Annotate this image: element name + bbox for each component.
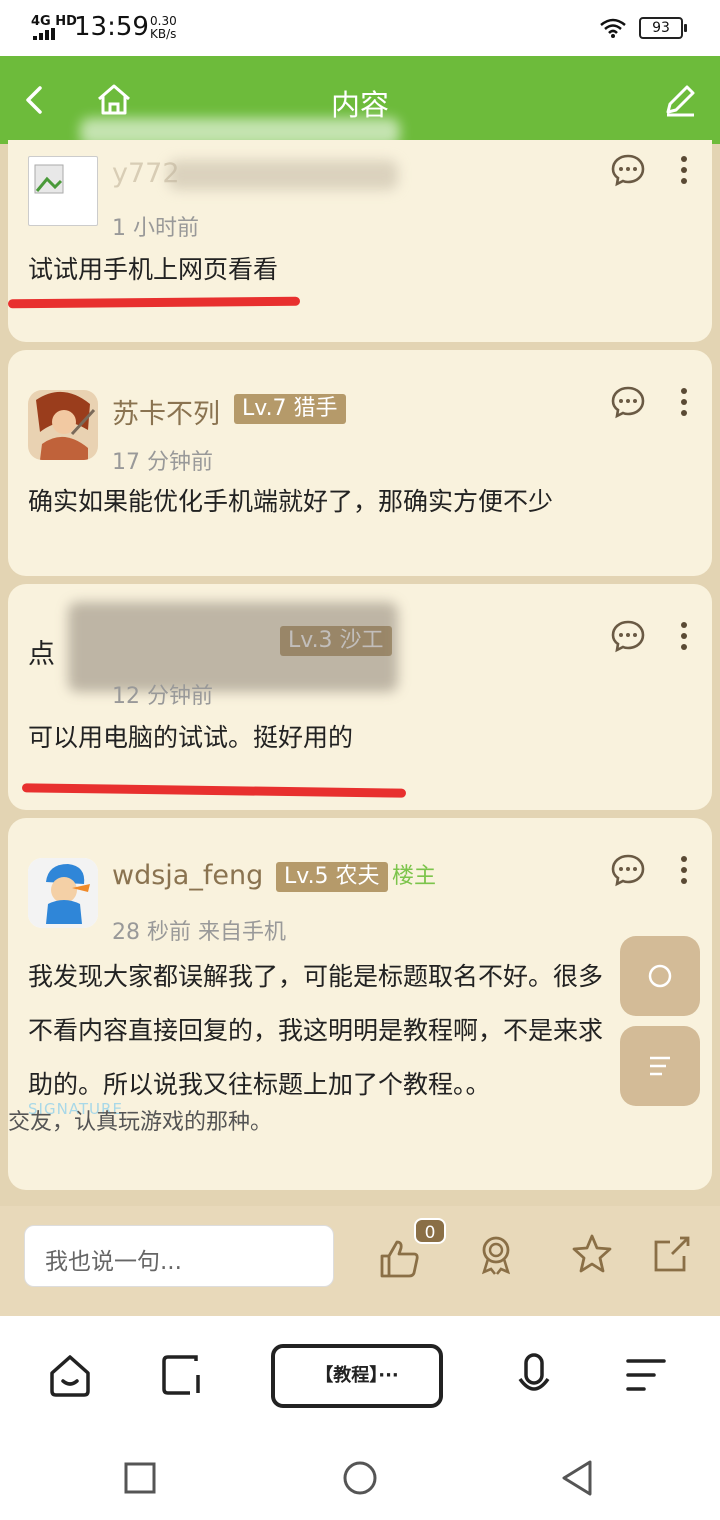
post-line: 确实如果能优化手机端就好了，那确实方便不少: [28, 487, 554, 516]
mic-icon[interactable]: [512, 1353, 556, 1397]
post-card: 苏卡不列 Lv.7 猎手 17 分钟前 确实如果能优化手机端就好了，那确实方便不…: [8, 350, 712, 576]
avatar[interactable]: [28, 156, 98, 226]
reply-input[interactable]: 我也说一句...: [24, 1225, 334, 1287]
status-bar: 4G HD 13:59 0.30 KB/s 93: [0, 0, 720, 56]
home-icon[interactable]: [48, 1353, 92, 1397]
clock: 13:59: [74, 12, 149, 42]
wifi-icon: [600, 18, 626, 38]
post-body: 确实如果能优化手机端就好了，那确实方便不少: [28, 480, 553, 524]
like-icon[interactable]: [378, 1236, 422, 1280]
username[interactable]: 点: [28, 632, 55, 671]
award-icon[interactable]: [474, 1232, 518, 1276]
back-nav-icon[interactable]: [558, 1458, 598, 1498]
post-time: 12 分钟前: [112, 684, 213, 709]
post-card: wdsja_feng Lv.5 农夫 楼主 28 秒前 来自手机 我发现大家都误…: [8, 818, 712, 1190]
speed-unit: KB/s: [150, 27, 177, 41]
edit-icon[interactable]: [658, 78, 702, 122]
like-count: 0: [414, 1218, 446, 1244]
refresh-float-button[interactable]: [620, 936, 700, 1016]
browser-toolbar: 【教程】···: [0, 1316, 720, 1434]
battery-icon: 93: [639, 17, 687, 39]
post-time: 1 小时前: [112, 216, 199, 241]
post-time: 28 秒前 来自手机: [112, 920, 286, 945]
redaction-scribble: [168, 160, 398, 190]
post-body: 试试用手机上网页看看: [28, 248, 278, 292]
network-indicator: 4G HD: [31, 14, 77, 29]
tabs-icon[interactable]: [160, 1353, 204, 1397]
share-icon[interactable]: [650, 1232, 694, 1276]
home-nav-icon[interactable]: [340, 1458, 380, 1498]
recent-apps-icon[interactable]: [120, 1458, 160, 1498]
level-badge: Lv.7 猎手: [234, 394, 346, 424]
menu-icon[interactable]: [624, 1353, 668, 1397]
current-tab-button[interactable]: 【教程】···: [271, 1344, 443, 1408]
avatar[interactable]: [28, 858, 98, 928]
comment-icon[interactable]: [610, 384, 646, 420]
avatar[interactable]: [28, 390, 98, 460]
signature-text: 交友，认真玩游戏的那种。: [8, 1110, 273, 1135]
level-badge: Lv.5 农夫: [276, 862, 388, 892]
reply-bar: 我也说一句... 0: [0, 1206, 720, 1316]
post-body: 我发现大家都误解我了，可能是标题取名不好。很多 不看内容直接回复的，我这明明是教…: [28, 950, 603, 1112]
username[interactable]: 苏卡不列: [112, 392, 220, 431]
username[interactable]: wdsja_feng: [112, 860, 263, 891]
post-line: 我发现大家都误解我了，可能是标题取名不好。很多: [28, 962, 604, 991]
comment-icon[interactable]: [610, 618, 646, 654]
more-icon[interactable]: [666, 618, 690, 654]
post-line: 不看内容直接回复的，我这明明是教程啊，不是来求: [28, 1016, 604, 1045]
network-speed: 0.30 KB/s: [150, 15, 177, 41]
system-navigation-bar: [0, 1434, 720, 1520]
menu-float-button[interactable]: [620, 1026, 700, 1106]
more-icon[interactable]: [666, 384, 690, 420]
owner-tag: 楼主: [392, 864, 437, 889]
post-line: 试试用手机上网页看看: [28, 255, 279, 284]
post-card: y772 1 小时前 试试用手机上网页看看: [8, 140, 712, 342]
comment-icon[interactable]: [610, 852, 646, 888]
comment-icon[interactable]: [610, 152, 646, 188]
post-body: 可以用电脑的试试。挺好用的: [28, 716, 353, 760]
favorite-icon[interactable]: [570, 1232, 614, 1276]
more-icon[interactable]: [666, 152, 690, 188]
post-card: 点 Lv.3 沙工 12 分钟前 可以用电脑的试试。挺好用的: [8, 584, 712, 810]
more-icon[interactable]: [666, 852, 690, 888]
signal-icon: [33, 28, 55, 40]
post-line: 可以用电脑的试试。挺好用的: [28, 723, 354, 752]
post-time: 17 分钟前: [112, 450, 213, 475]
